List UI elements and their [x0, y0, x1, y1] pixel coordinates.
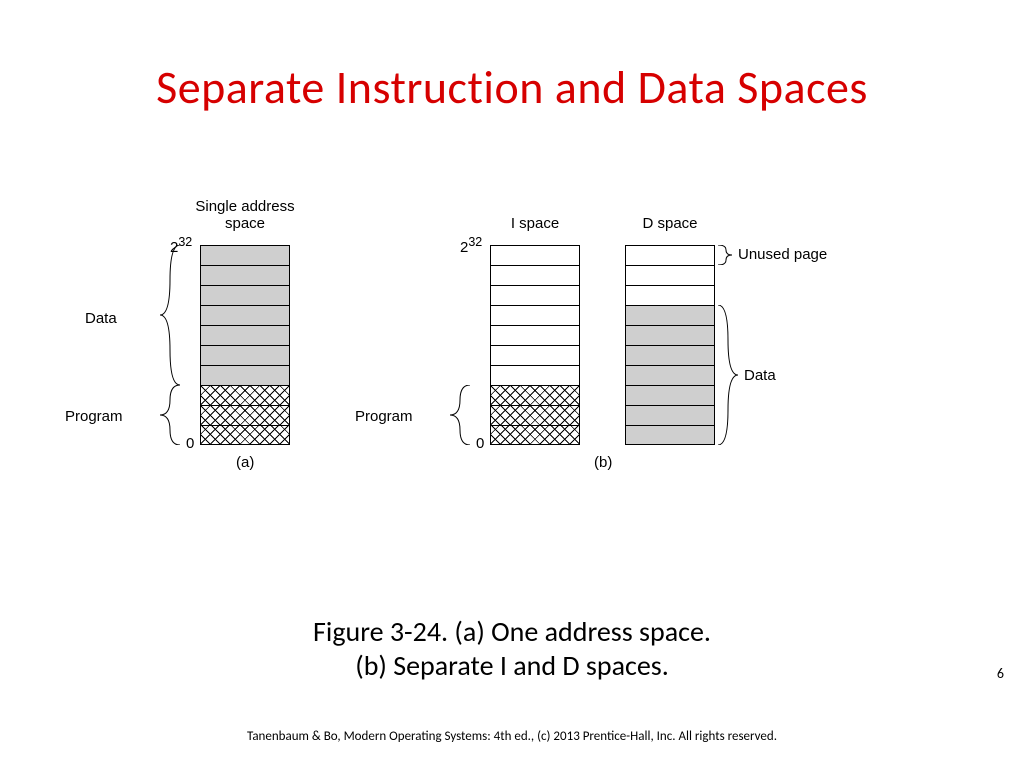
a-row [200, 265, 290, 285]
b-sub: (b) [594, 454, 612, 471]
a-row [200, 345, 290, 365]
b-program-brace: Program [355, 385, 485, 445]
b-i-row [490, 325, 580, 345]
b-top-tick: 232 [460, 235, 482, 256]
b-d-row [625, 425, 715, 445]
a-row-hatch [200, 385, 290, 405]
caption-line2: (b) Separate I and D spaces. [355, 648, 669, 683]
b-i-row-hatch [490, 385, 580, 405]
b-i-stack [490, 245, 580, 445]
b-d-row [625, 405, 715, 425]
b-i-row [490, 265, 580, 285]
a-row [200, 365, 290, 385]
b-d-row [625, 265, 715, 285]
b-d-row [625, 345, 715, 365]
a-heading-line1: Single address [185, 198, 305, 215]
a-program-brace: Program [65, 385, 195, 445]
b-i-row [490, 245, 580, 265]
a-sub: (a) [236, 454, 254, 471]
a-heading-line2: space [185, 215, 305, 232]
a-row [200, 245, 290, 265]
b-d-row [625, 325, 715, 345]
b-i-row-hatch [490, 425, 580, 445]
b-top-tick-exp: 32 [468, 235, 482, 249]
a-row [200, 325, 290, 345]
b-i-row [490, 305, 580, 325]
b-d-stack [625, 245, 715, 445]
a-row [200, 305, 290, 325]
a-row-hatch [200, 425, 290, 445]
page-number: 6 [997, 665, 1004, 682]
b-i-row [490, 285, 580, 305]
slide: Separate Instruction and Data Spaces Sin… [0, 0, 1024, 768]
b-d-row [625, 285, 715, 305]
b-data-brace: Data [718, 305, 808, 445]
a-row-hatch [200, 405, 290, 425]
b-d-row [625, 365, 715, 385]
b-i-heading: I space [490, 215, 580, 232]
b-i-row [490, 365, 580, 385]
figure-caption: Figure 3-24. (a) One address space. (b) … [0, 615, 1024, 682]
b-unused-brace: Unused page [718, 245, 858, 265]
b-program-label-svg: Program [355, 408, 413, 425]
figure-area: Single address space 232 0 Data [100, 210, 920, 500]
a-data-brace: Data [85, 245, 195, 385]
a-stack [200, 245, 290, 445]
a-data-label-svg: Data [85, 310, 117, 327]
b-data-label-svg: Data [744, 367, 776, 384]
b-d-heading: D space [625, 215, 715, 232]
b-i-row-hatch [490, 405, 580, 425]
a-program-label-svg: Program [65, 408, 123, 425]
slide-title: Separate Instruction and Data Spaces [0, 60, 1024, 116]
footer: Tanenbaum & Bo, Modern Operating Systems… [0, 729, 1024, 744]
caption-line1: Figure 3-24. (a) One address space. [313, 614, 711, 649]
b-d-row [625, 385, 715, 405]
b-d-row [625, 305, 715, 325]
b-d-row [625, 245, 715, 265]
b-unused-label-svg: Unused page [738, 246, 827, 263]
a-row [200, 285, 290, 305]
b-i-row [490, 345, 580, 365]
